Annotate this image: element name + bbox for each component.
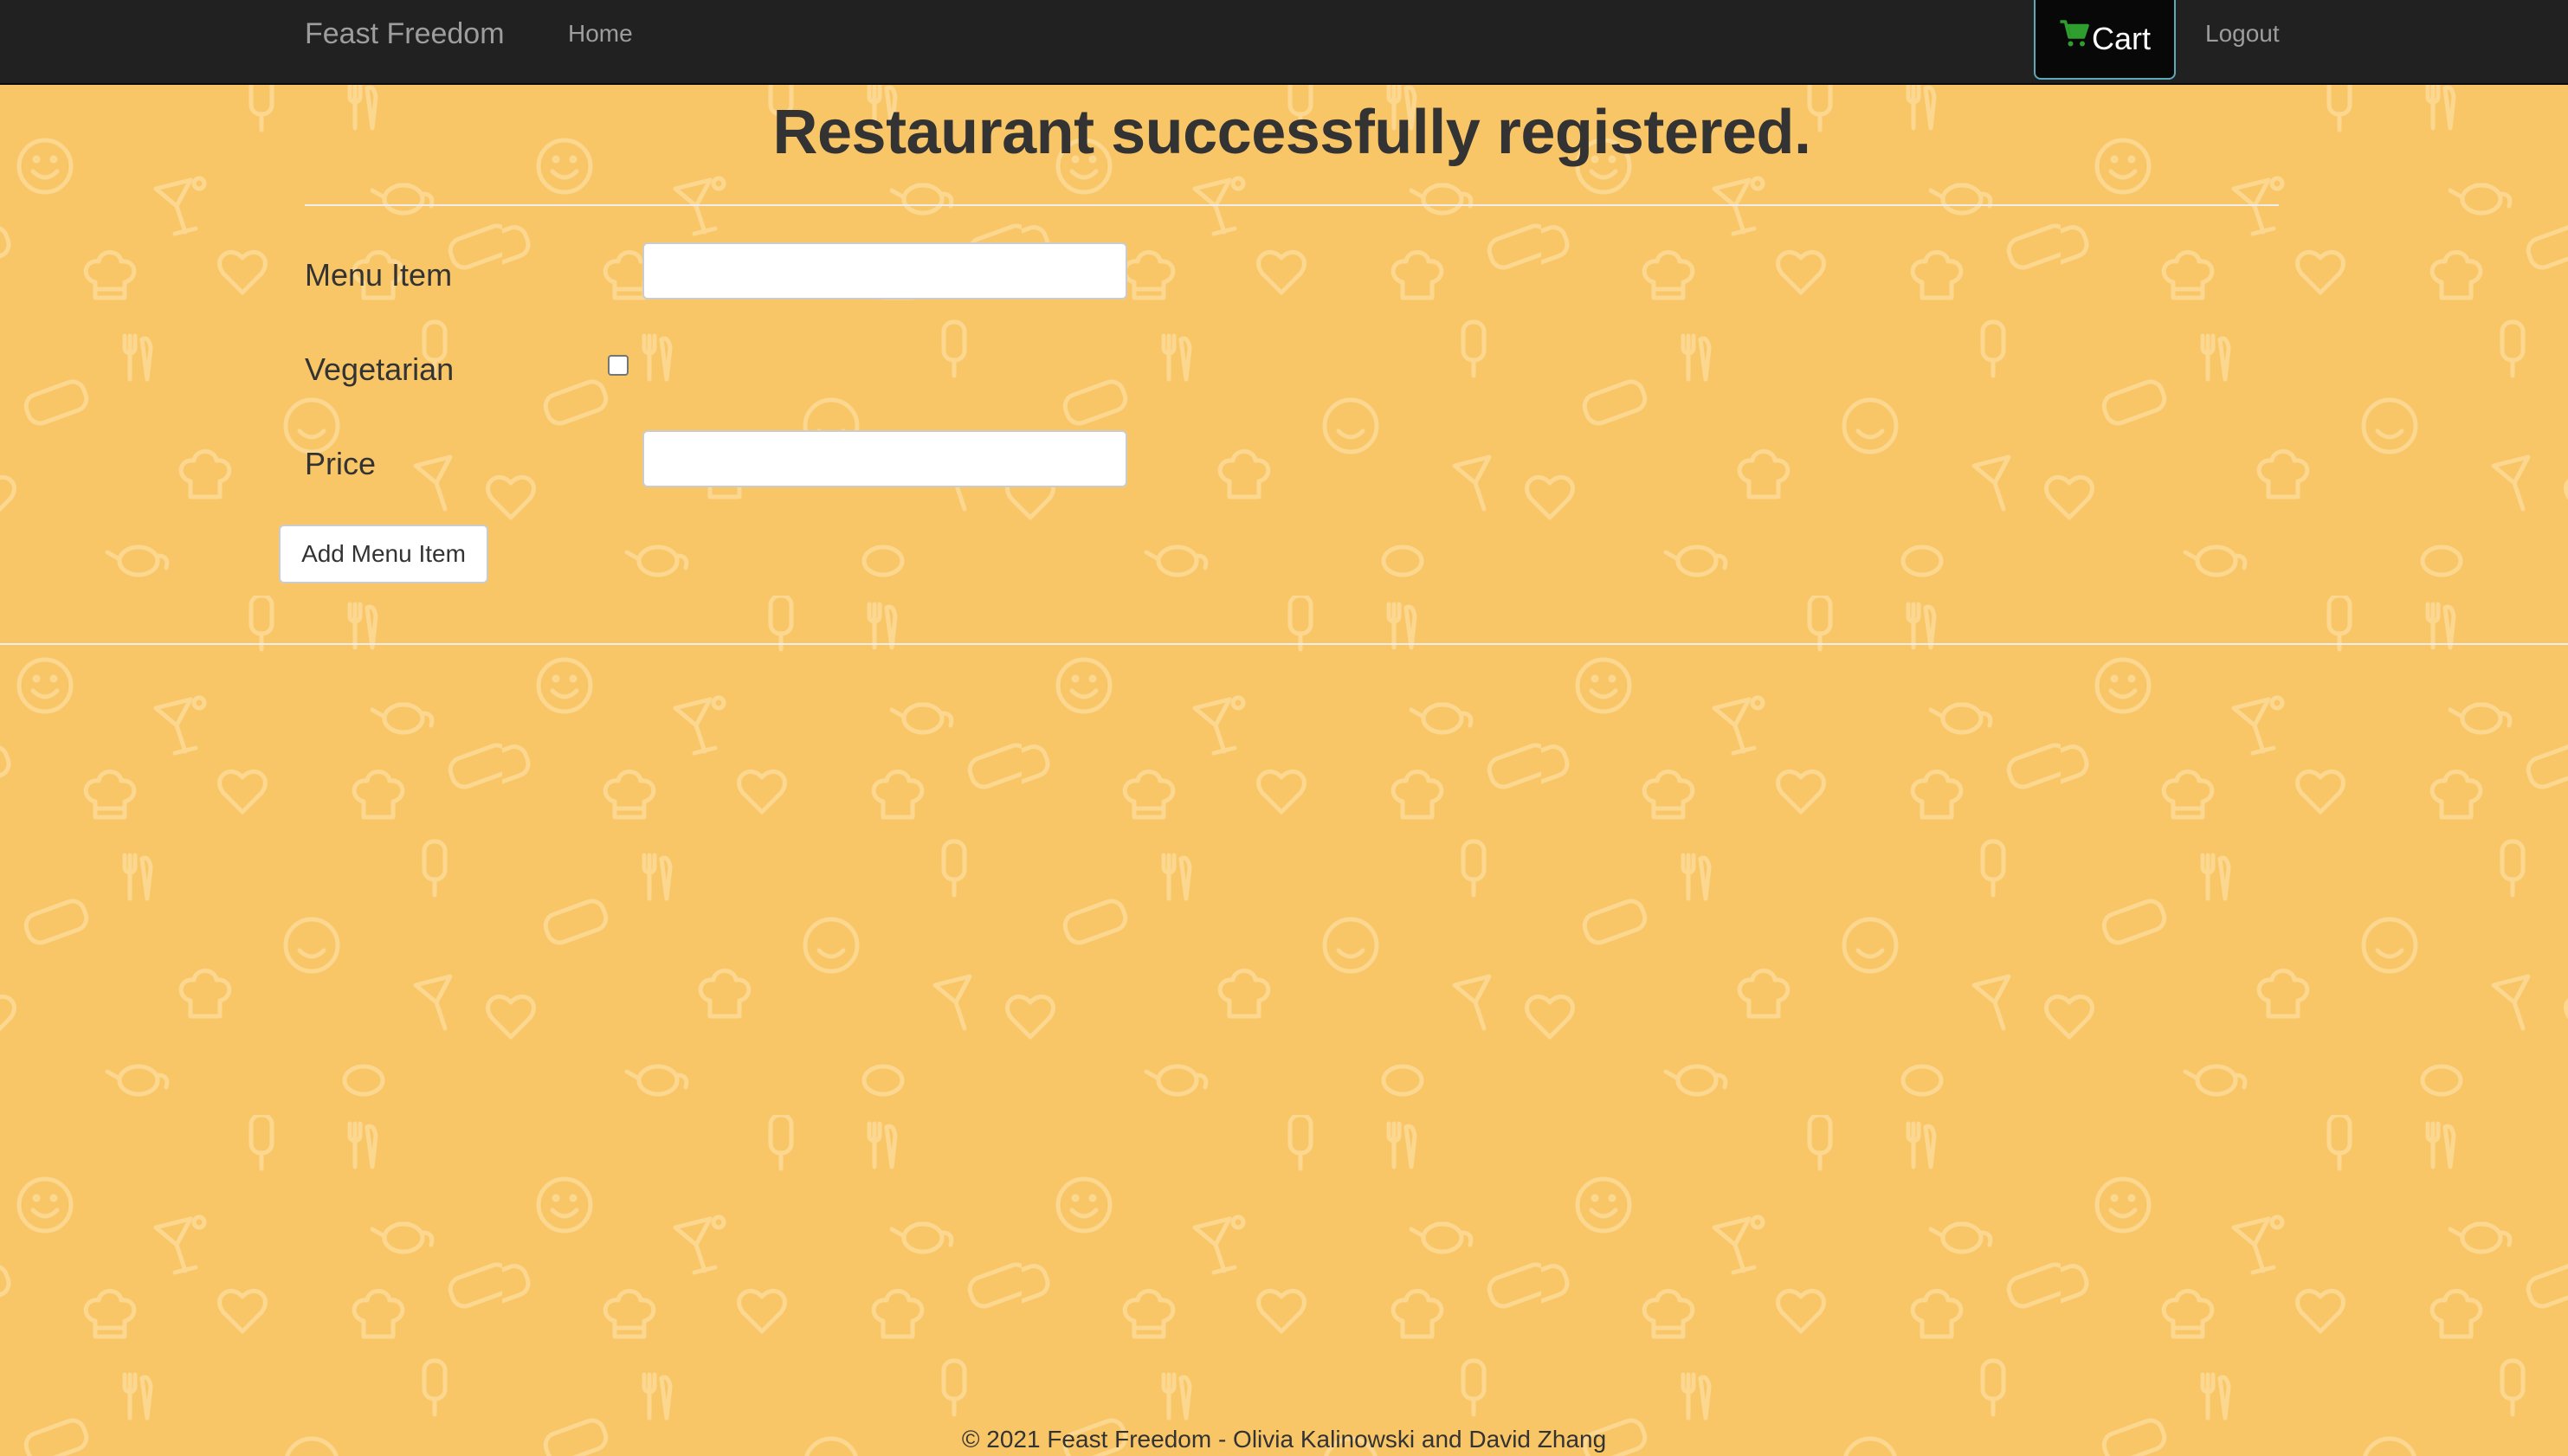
menu-item-input[interactable] [642, 242, 1127, 300]
footer-copyright: © 2021 Feast Freedom - Olivia Kalinowski… [961, 1426, 1607, 1453]
page-title: Restaurant successfully registered. [772, 98, 1811, 167]
logout-link[interactable]: Logout [2205, 19, 2280, 48]
vegetarian-label: Vegetarian [305, 351, 455, 387]
cart-button[interactable]: Cart [2034, 0, 2176, 80]
heading-divider [305, 204, 2279, 206]
add-menu-item-button[interactable]: Add Menu Item [279, 525, 488, 583]
price-input[interactable] [642, 430, 1127, 487]
shopping-cart-icon [2059, 19, 2090, 55]
content-divider [0, 643, 2568, 645]
nav-home-link[interactable]: Home [568, 19, 633, 48]
price-label: Price [305, 446, 377, 481]
top-navbar: Feast Freedom Home Cart Logout [0, 0, 2568, 85]
brand-link[interactable]: Feast Freedom [305, 16, 505, 52]
menu-item-label: Menu Item [305, 257, 453, 293]
cart-label: Cart [2091, 21, 2151, 56]
vegetarian-checkbox[interactable] [608, 355, 629, 376]
